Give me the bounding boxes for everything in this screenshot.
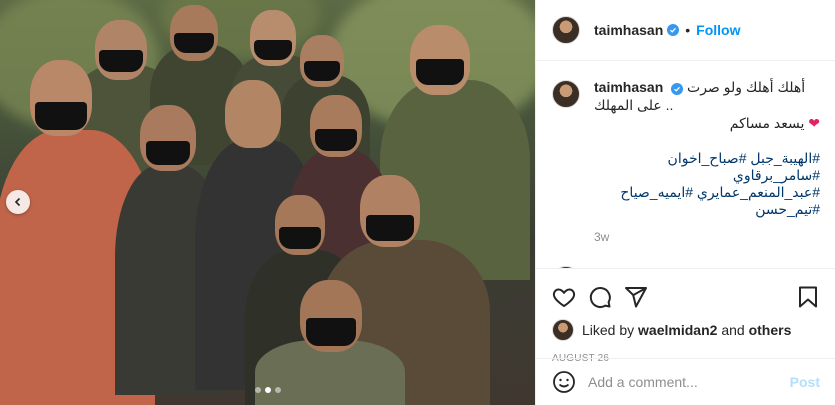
carousel-dot	[254, 387, 261, 393]
liked-by-prefix: Liked by	[582, 322, 635, 338]
liked-by: Liked by waelmidan2 and others	[552, 319, 820, 341]
chevron-left-icon	[14, 197, 21, 207]
hashtag-line[interactable]: #عبد_المنعم_عمايري #ايميه_صياح	[594, 184, 820, 201]
comment-icon	[589, 287, 611, 308]
caption-avatar[interactable]	[552, 80, 580, 108]
post-panel: taimhasan • Follow taimhasan أهلك أهلك و…	[535, 0, 835, 405]
bookmark-icon	[799, 286, 817, 308]
carousel-dot-active	[264, 387, 271, 393]
liked-by-and: and	[721, 322, 745, 338]
post-comment-button[interactable]: Post	[790, 374, 820, 390]
action-icons	[552, 277, 820, 317]
comment-input[interactable]	[588, 374, 790, 390]
caption-line-2: ❤ يسعد مساكم	[594, 114, 820, 132]
liker-avatar[interactable]	[552, 319, 574, 341]
caption-line-2-text: يسعد مساكم	[729, 115, 805, 131]
liked-by-others[interactable]: others	[749, 322, 792, 338]
post-header: taimhasan • Follow	[536, 0, 835, 61]
liked-by-user[interactable]: waelmidan2	[638, 322, 717, 338]
share-icon	[625, 287, 647, 308]
comments-list[interactable]: taimhasan أهلك أهلك ولو صرت على المهلك .…	[536, 62, 835, 268]
post-photo[interactable]	[0, 0, 535, 405]
heart-icon	[552, 288, 576, 308]
header-separator: •	[685, 22, 691, 38]
previous-photo-button[interactable]	[6, 190, 30, 214]
verified-icon	[667, 24, 680, 36]
post-actions: Liked by waelmidan2 and others AUGUST 26	[536, 268, 835, 364]
follow-button[interactable]: Follow	[696, 22, 740, 38]
hashtag-line[interactable]: #تيم_حسن	[594, 201, 820, 218]
caption-time[interactable]: 3w	[594, 228, 820, 246]
carousel-indicator	[0, 387, 535, 393]
emoji-button[interactable]	[552, 370, 576, 394]
post-username[interactable]: taimhasan	[594, 22, 663, 38]
caption-body: taimhasan أهلك أهلك ولو صرت على المهلك .…	[594, 78, 820, 246]
emoji-icon	[553, 371, 575, 393]
save-button[interactable]	[796, 285, 820, 309]
heart-emoji-icon: ❤	[808, 115, 820, 131]
caption-username[interactable]: taimhasan	[594, 79, 663, 95]
carousel-dot	[274, 387, 281, 393]
avatar[interactable]	[552, 16, 580, 44]
caption-hashtags: #الهيبة_جبل #صباح_اخوان #سامر_برقاوي #عب…	[594, 150, 820, 218]
caption: taimhasan أهلك أهلك ولو صرت على المهلك .…	[552, 78, 820, 246]
hashtag-line[interactable]: #الهيبة_جبل #صباح_اخوان #سامر_برقاوي	[594, 150, 820, 184]
share-button[interactable]	[624, 285, 648, 309]
like-button[interactable]	[552, 285, 576, 309]
add-comment-bar: Post	[536, 358, 835, 405]
verified-icon	[671, 83, 684, 95]
comment-button[interactable]	[588, 285, 612, 309]
